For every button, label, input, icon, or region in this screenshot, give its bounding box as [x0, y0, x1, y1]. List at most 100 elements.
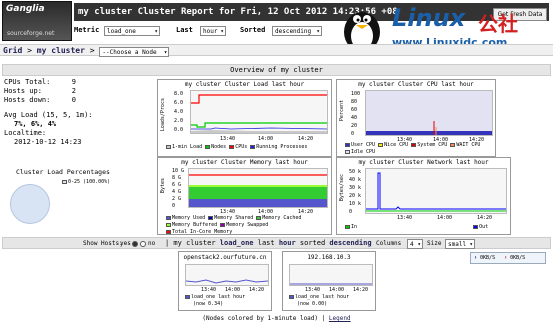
x-tick: 14:20 — [477, 215, 493, 221]
localtime-label: Localtime: — [4, 129, 47, 137]
legend-swatch — [250, 144, 256, 149]
show-hosts-yes-label: yes — [120, 240, 131, 247]
graph-ylabel: Bytes/sec — [339, 174, 345, 202]
cluster-load-pie — [10, 184, 50, 224]
host-legend: load_one last hour (now 0.34) — [185, 294, 245, 308]
pie-title: Cluster Load Percentages — [16, 168, 110, 176]
node-select[interactable]: --Choose a Node — [99, 47, 170, 57]
cpu-lines — [366, 121, 492, 135]
legend-swatch — [208, 215, 214, 220]
legend-swatch — [345, 142, 350, 147]
show-hosts-no-label: no — [148, 240, 156, 247]
footer: (Nodes colored by 1-minute load) | Legen… — [0, 315, 553, 322]
plot-area — [185, 264, 269, 286]
stat-hosts-down: Hosts down: 0 — [4, 96, 76, 104]
plot-area — [188, 168, 328, 208]
graph-ylabel: Percent — [339, 100, 345, 122]
graph-title: my cluster Cluster Memory last hour — [181, 159, 308, 166]
ganglia-logo[interactable]: Ganglia sourceforge.net — [2, 1, 72, 41]
legend-swatch — [185, 294, 190, 299]
sorted-label: Sorted — [240, 26, 266, 34]
legend-swatch — [62, 179, 67, 184]
show-hosts-no-radio[interactable] — [140, 241, 146, 247]
legend-swatch — [166, 215, 171, 220]
x-tick: 14:00 — [225, 287, 241, 293]
breadcrumb-sep: > — [27, 46, 32, 55]
x-tick: 14:20 — [298, 136, 314, 142]
graph-ylabel: Loads/Procs — [160, 98, 166, 132]
plot-area — [365, 168, 507, 214]
legend-swatch — [473, 224, 479, 229]
stat-hosts-up: Hosts up: 2 — [4, 87, 76, 95]
graph-yticks: 10 G8 G6 G4 G2 G0 — [172, 168, 185, 209]
memory-areas — [189, 174, 327, 207]
graph-ylabel: Bytes — [160, 178, 166, 194]
graph-yticks: 8.0 6.0 4.0 2.0 0.0 — [174, 91, 184, 133]
legend-link[interactable]: Legend — [329, 315, 351, 322]
breadcrumb-sep: > — [89, 46, 95, 55]
stat-cpus: CPUs Total: 9 — [4, 78, 76, 86]
breadcrumb-grid[interactable]: Grid — [3, 46, 22, 55]
legend-swatch — [345, 149, 350, 154]
graph-title: my cluster Cluster CPU last hour — [358, 81, 474, 88]
host-graph[interactable]: 192.168.10.3 13:40 14:00 14:20 load_one … — [282, 251, 376, 311]
cluster-network-graph[interactable]: my cluster Cluster Network last hour Byt… — [336, 157, 511, 235]
breadcrumb-cluster[interactable]: my cluster — [37, 46, 85, 55]
graph-yticks: 50 k 40 k 30 k 20 k 10 k0 — [349, 169, 362, 215]
report-controls: Metric load_one Last hour Sorted descend… — [74, 23, 374, 39]
host-graph[interactable]: openstack2.ourfuture.cn 13:40 14:00 14:2… — [178, 251, 272, 311]
overview-header: Overview of my cluster — [2, 64, 551, 76]
plot-area — [365, 90, 493, 136]
legend-swatch — [256, 215, 262, 220]
upload-arrow-icon: ⬆ — [504, 255, 508, 261]
watermark-brand: Linux — [392, 4, 466, 32]
last-select[interactable]: hour — [200, 26, 226, 36]
size-select[interactable]: small — [445, 239, 475, 249]
legend-swatch — [166, 229, 171, 234]
legend-swatch — [229, 144, 235, 149]
legend-swatch — [450, 142, 456, 147]
graph-legend: 1-min Load Nodes CPUs Running Processes — [166, 144, 307, 151]
host-name: 192.168.10.3 — [307, 254, 351, 261]
load-lines — [191, 94, 328, 133]
cluster-cpu-graph[interactable]: my cluster Cluster CPU last hour Percent… — [336, 79, 496, 157]
breadcrumb: Grid > my cluster > --Choose a Node — [0, 44, 553, 57]
graph-legend: Memory Used Memory Shared Memory Cached … — [166, 215, 331, 234]
host-legend: load_one last hour (now 0.00) — [289, 294, 349, 308]
avg-load-label: Avg Load (15, 5, 1m): — [4, 111, 93, 119]
sorted-select[interactable]: descending — [272, 26, 322, 36]
host-section-title: | my cluster load_one last hour sorted d… — [165, 239, 372, 247]
footer-text: (Nodes colored by 1-minute load) | — [202, 315, 326, 322]
legend-swatch — [166, 222, 171, 227]
metric-select[interactable]: load_one — [104, 26, 160, 36]
plot-area — [190, 90, 328, 134]
speed-widget[interactable]: ⬇ 0KB/S ⬆ 0KB/S — [470, 252, 546, 264]
last-label: Last — [176, 26, 193, 34]
x-tick: 14:00 — [258, 136, 274, 142]
logo-title: Ganglia — [6, 4, 45, 14]
show-hosts-yes-radio[interactable] — [132, 241, 138, 247]
x-tick: 13:40 — [220, 136, 236, 142]
x-tick: 14:00 — [437, 215, 453, 221]
download-arrow-icon: ⬇ — [474, 255, 478, 261]
host-load-line — [185, 279, 269, 284]
logo-subtitle: sourceforge.net — [7, 30, 55, 37]
legend-swatch — [166, 144, 171, 149]
legend-swatch — [289, 294, 294, 299]
localtime-value: 2012-10-12 14:23 — [14, 138, 82, 146]
network-lines — [366, 172, 506, 212]
legend-swatch — [411, 142, 417, 147]
watermark-cn: 公社 — [478, 12, 518, 36]
size-label: Size — [427, 240, 442, 247]
pie-legend: 0-25 (100.00%) — [62, 179, 110, 185]
legend-swatch — [345, 224, 350, 229]
legend-swatch — [205, 144, 211, 149]
plot-area — [289, 264, 373, 286]
cluster-memory-graph[interactable]: my cluster Cluster Memory last hour Byte… — [157, 157, 332, 235]
legend-swatch — [378, 142, 384, 147]
cluster-load-graph[interactable]: my cluster Cluster Load last hour Loads/… — [157, 79, 332, 157]
columns-select[interactable]: 4 — [407, 239, 423, 249]
x-tick: 13:40 — [201, 287, 217, 293]
x-tick: 13:40 — [305, 287, 321, 293]
x-tick: 14:20 — [353, 287, 369, 293]
